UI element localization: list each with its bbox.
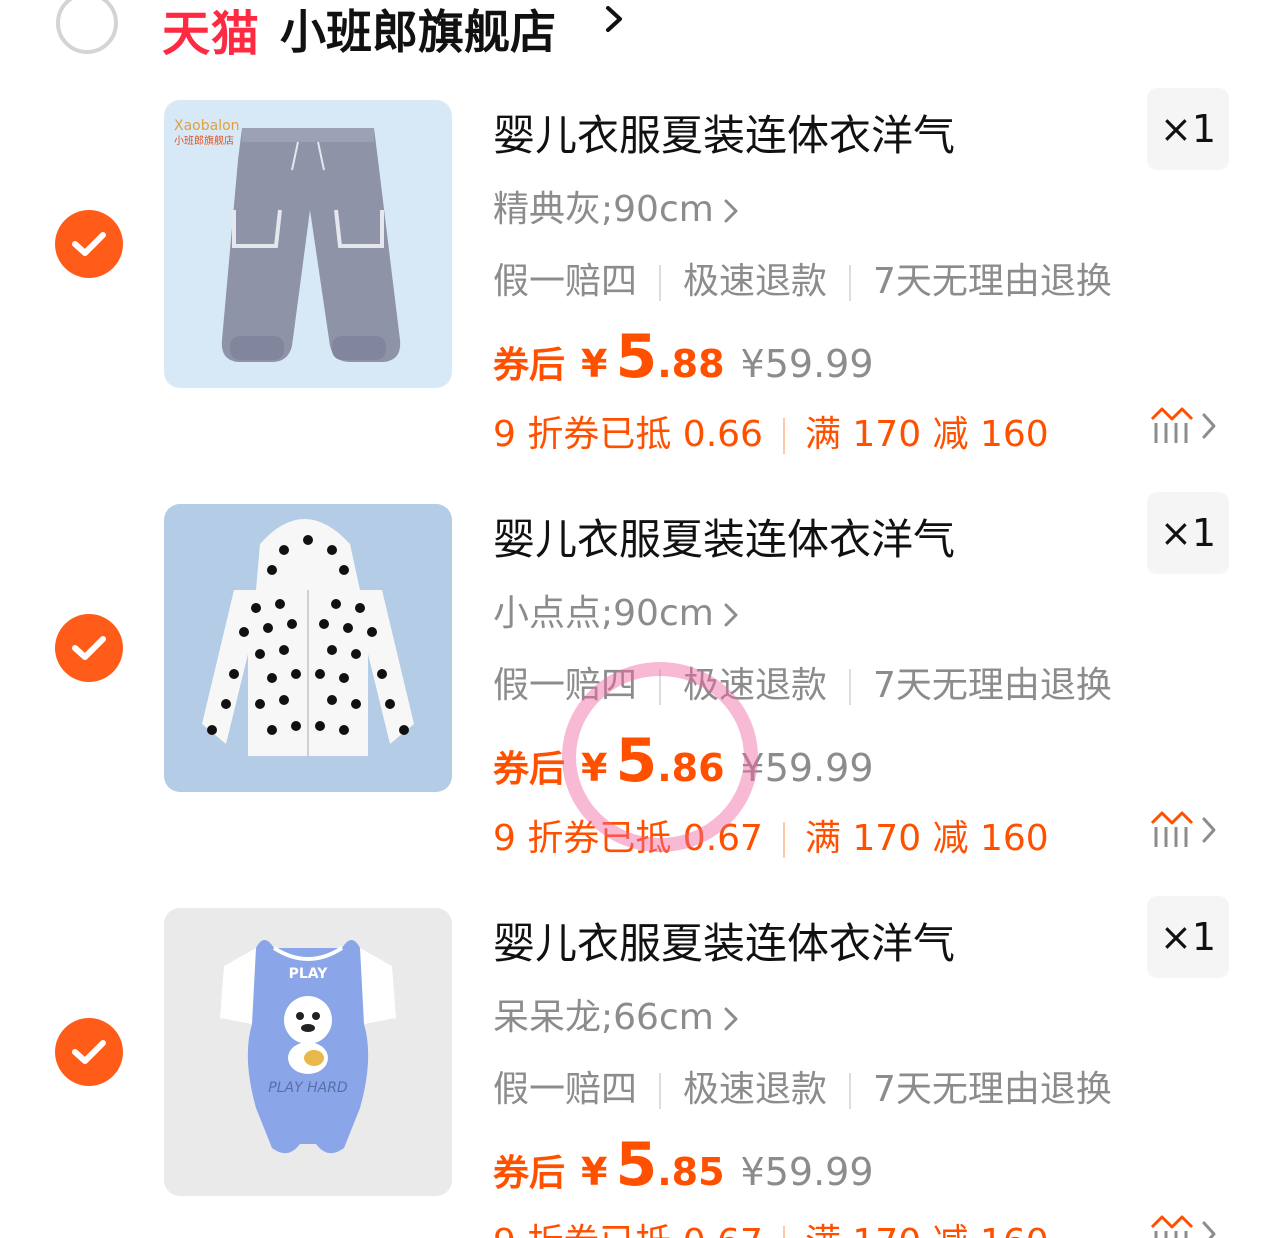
price-integer: 5 (615, 726, 658, 796)
price-label: 券后 (493, 749, 566, 790)
divider (659, 265, 662, 301)
sku-chevron-right-icon (724, 603, 738, 627)
divider (849, 1073, 852, 1109)
price-integer: 5 (615, 322, 658, 392)
original-price: ¥59.99 (740, 342, 874, 386)
service-tag: 假一赔四 (493, 261, 638, 302)
thumb-brand-text: Xaobalon (174, 118, 240, 134)
product-image[interactable] (164, 504, 452, 792)
service-tag: 极速退款 (683, 1069, 828, 1110)
sku-text: 精典灰;90cm (493, 189, 714, 230)
price-integer: 5 (615, 1130, 658, 1200)
price-decimal: .86 (657, 746, 725, 790)
original-price: ¥59.99 (740, 1150, 874, 1194)
item-checkbox-checked-icon[interactable] (55, 210, 123, 278)
quantity-selector[interactable]: ×1 (1147, 88, 1229, 170)
currency-symbol: ¥ (581, 746, 608, 790)
service-tag: 假一赔四 (493, 1069, 638, 1110)
divider (849, 669, 852, 705)
price-label: 券后 (493, 345, 566, 386)
promo-info[interactable]: 9 折券已抵 0.67 满 170 减 160 (493, 1213, 1049, 1238)
sku-chevron-right-icon (724, 1007, 738, 1031)
thumb-brand-cn-text: 小班郎旗舰店 (174, 134, 234, 147)
jacket-illustration (202, 519, 414, 756)
currency-symbol: ¥ (581, 1150, 608, 1194)
quantity-selector[interactable]: ×1 (1147, 896, 1229, 978)
service-tag: 极速退款 (683, 665, 828, 706)
discount-text: 满 170 减 160 (805, 1222, 1049, 1238)
cart-item-3: PLAY PLAY HARD 婴儿衣服夏装连体衣洋气 ×1 呆呆龙;66cm 假… (0, 808, 1284, 1238)
price-decimal: .85 (657, 1150, 725, 1194)
price-row: 券后 ¥5.86 ¥59.99 (493, 726, 874, 796)
thumb-print-text: PLAY HARD (268, 1080, 348, 1096)
service-tags: 假一赔四 极速退款 7天无理由退换 (493, 656, 1112, 708)
price-decimal: .88 (657, 342, 725, 386)
product-title[interactable]: 婴儿衣服夏装连体衣洋气 (493, 102, 955, 163)
sku-selector[interactable]: 小点点;90cm (493, 584, 740, 636)
cart-item-2: 婴儿衣服夏装连体衣洋气 ×1 小点点;90cm 假一赔四 极速退款 7天无理由退换 … (0, 404, 1284, 859)
coupon-text: 9 折券已抵 0.67 (493, 1222, 763, 1238)
price-row: 券后 ¥5.85 ¥59.99 (493, 1130, 874, 1200)
currency-symbol: ¥ (581, 342, 608, 386)
service-tag: 假一赔四 (493, 665, 638, 706)
romper-illustration: PLAY PLAY HARD (220, 940, 396, 1154)
service-tag: 7天无理由退换 (873, 1069, 1112, 1110)
sku-selector[interactable]: 精典灰;90cm (493, 180, 740, 232)
service-tags: 假一赔四 极速退款 7天无理由退换 (493, 252, 1112, 304)
divider (782, 1226, 785, 1238)
sku-text: 小点点;90cm (493, 593, 714, 634)
divider (849, 265, 852, 301)
sku-chevron-right-icon (724, 199, 738, 223)
item-checkbox-checked-icon[interactable] (55, 1018, 123, 1086)
divider (659, 1073, 662, 1109)
product-title[interactable]: 婴儿衣服夏装连体衣洋气 (493, 506, 955, 567)
product-title[interactable]: 婴儿衣服夏装连体衣洋气 (493, 910, 955, 971)
quantity-selector[interactable]: ×1 (1147, 492, 1229, 574)
svg-text:PLAY: PLAY (289, 966, 329, 982)
pants-illustration: Xaobalon 小班郎旗舰店 (174, 118, 401, 362)
divider (659, 669, 662, 705)
price-row: 券后 ¥5.88 ¥59.99 (493, 322, 874, 392)
service-tags: 假一赔四 极速退款 7天无理由退换 (493, 1060, 1112, 1112)
price-history-icon[interactable] (1148, 1213, 1220, 1238)
sku-text: 呆呆龙;66cm (493, 997, 714, 1038)
sku-selector[interactable]: 呆呆龙;66cm (493, 988, 740, 1040)
product-image[interactable]: Xaobalon 小班郎旗舰店 (164, 100, 452, 388)
service-tag: 7天无理由退换 (873, 261, 1112, 302)
price-label: 券后 (493, 1153, 566, 1194)
item-checkbox-checked-icon[interactable] (55, 614, 123, 682)
service-tag: 极速退款 (683, 261, 828, 302)
cart-item-1: Xaobalon 小班郎旗舰店 婴儿衣服夏装连体衣洋气 ×1 精典灰;90cm … (0, 0, 1284, 455)
service-tag: 7天无理由退换 (873, 665, 1112, 706)
original-price: ¥59.99 (740, 746, 874, 790)
product-image[interactable]: PLAY PLAY HARD (164, 908, 452, 1196)
